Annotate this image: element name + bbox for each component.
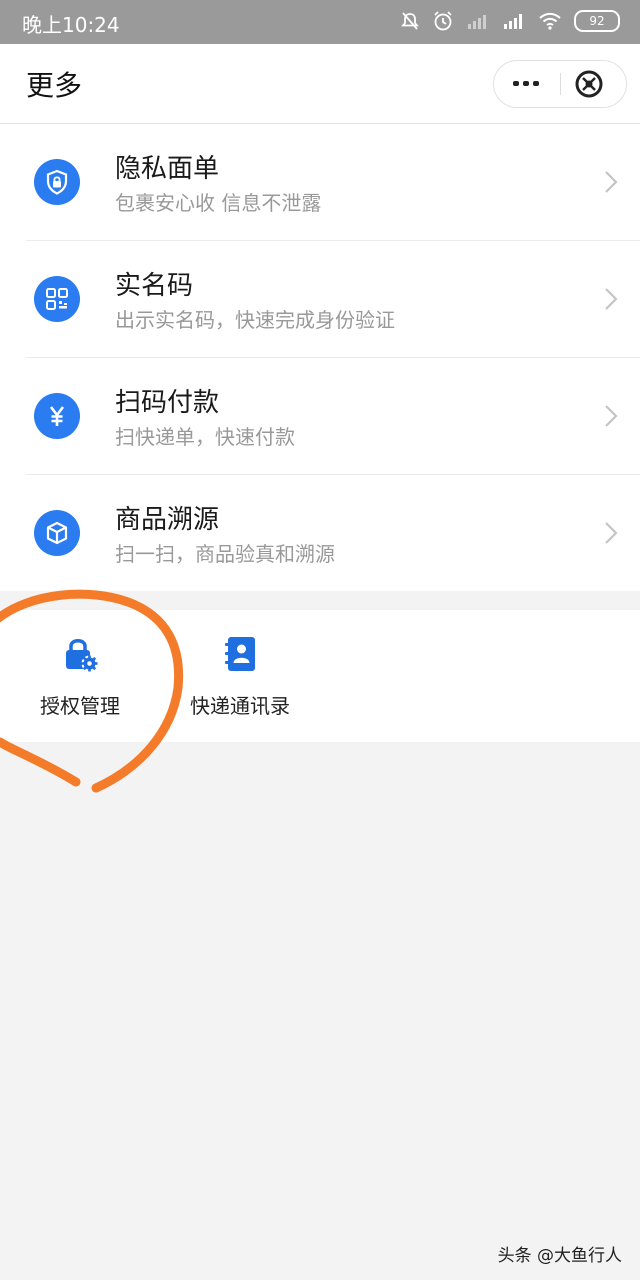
grid-item-express-contacts[interactable]: 快递通讯录 [160,610,320,742]
grid-item-label: 快递通讯录 [190,694,290,718]
list-item-title: 实名码 [115,271,194,301]
qr-code-icon [34,276,80,322]
list-item-title: 商品溯源 [115,505,220,535]
status-bar: 晚上10:24 92 [0,0,640,44]
chevron-right-icon [605,405,618,427]
status-time: 晚上10:24 [22,13,120,37]
list-item-subtitle: 扫快递单，快速付款 [115,425,295,449]
list-item-subtitle: 包裹安心收 信息不泄露 [115,191,322,215]
page-header: 更多 [0,44,640,124]
grid-item-label: 授权管理 [40,694,120,718]
tools-grid: 授权管理 快递通讯录 [0,610,640,742]
wifi-icon [539,12,561,30]
list-item-product-trace[interactable]: 商品溯源 扫一扫，商品验真和溯源 [0,475,640,592]
battery-icon: 92 [574,10,620,32]
list-item-privacy-waybill[interactable]: 隐私面单 包裹安心收 信息不泄露 [0,124,640,241]
chevron-right-icon [605,288,618,310]
mini-program-capsule [493,60,627,108]
signal-no-sim-icon [468,15,486,29]
box-icon [34,510,80,556]
list-item-scan-pay[interactable]: 扫码付款 扫快递单，快速付款 [0,358,640,475]
feature-list: 隐私面单 包裹安心收 信息不泄露 实名码 出示实名码，快速完成身份验证 扫码付款… [0,124,640,591]
chevron-right-icon [605,171,618,193]
more-dots-icon [513,81,539,86]
status-icons: 92 [400,10,620,32]
list-item-subtitle: 出示实名码，快速完成身份验证 [115,308,395,332]
list-item-title: 隐私面单 [115,154,220,184]
list-item-realname-code[interactable]: 实名码 出示实名码，快速完成身份验证 [0,241,640,358]
lock-gear-icon [66,639,98,672]
chevron-right-icon [605,522,618,544]
more-button[interactable] [494,61,560,107]
watermark: 头条 @大鱼行人 [497,1246,622,1266]
yen-icon [34,393,80,439]
close-button[interactable] [561,61,626,107]
signal-icon [504,14,522,29]
mute-icon [401,12,419,30]
list-item-subtitle: 扫一扫，商品验真和溯源 [115,542,335,566]
page-title: 更多 [26,69,83,102]
close-circle-icon [575,70,603,98]
grid-item-authorization[interactable]: 授权管理 [0,610,160,742]
alarm-icon [434,11,452,31]
list-item-title: 扫码付款 [115,388,220,418]
shield-lock-icon [34,159,80,205]
contacts-book-icon [225,637,255,671]
